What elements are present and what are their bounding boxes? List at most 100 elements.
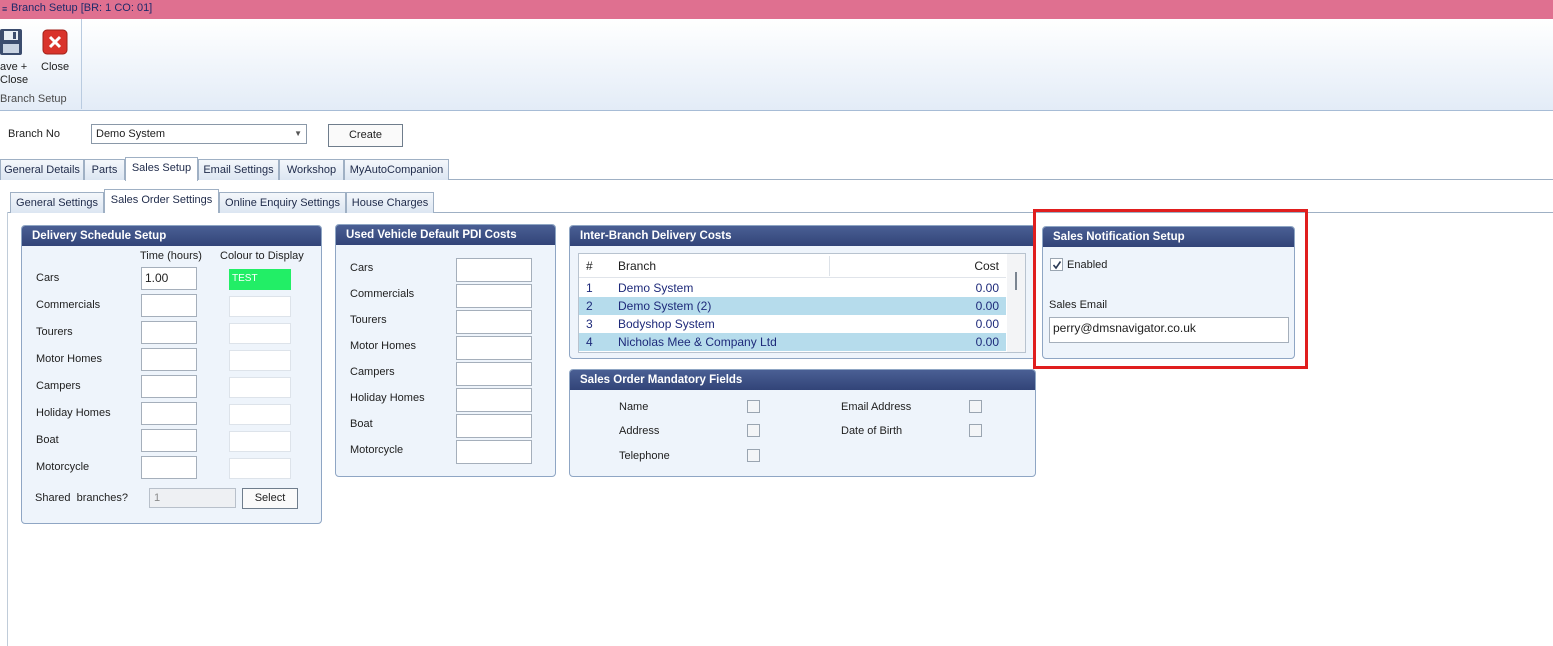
- grid-cell-branch: Demo System: [618, 281, 694, 295]
- colour-input-motor-homes[interactable]: [229, 350, 291, 371]
- grid-header-branch[interactable]: Branch: [618, 259, 656, 273]
- grid-cell-cost: 0.00: [975, 299, 999, 313]
- pdi-costs-panel: Used Vehicle Default PDI Costs Cars Comm…: [335, 224, 556, 477]
- shared-branches-label: Shared branches?: [35, 492, 128, 504]
- subtab-house-charges[interactable]: House Charges: [346, 192, 434, 213]
- save-close-button[interactable]: ave + Close: [0, 27, 28, 89]
- pdi-label-campers: Campers: [350, 366, 395, 378]
- grid-row[interactable]: 1 Demo System 0.00: [579, 279, 1006, 297]
- pdi-label-holiday-homes: Holiday Homes: [350, 392, 425, 404]
- grid-row[interactable]: 4 Nicholas Mee & Company Ltd 0.00: [579, 333, 1006, 351]
- grid-header-num[interactable]: #: [586, 259, 593, 273]
- grid-row[interactable]: 3 Bodyshop System 0.00: [579, 315, 1006, 333]
- colour-input-commercials[interactable]: [229, 296, 291, 317]
- grid-header-row: # Branch Cost: [579, 254, 1006, 278]
- close-label: Close: [41, 61, 70, 73]
- close-button[interactable]: Close: [38, 27, 72, 77]
- mandatory-label-dob: Date of Birth: [841, 425, 903, 437]
- tab-parts[interactable]: Parts: [84, 159, 125, 180]
- pdi-label-motorcycle: Motorcycle: [350, 444, 404, 456]
- row-label-holiday-homes: Holiday Homes: [36, 407, 111, 419]
- mandatory-label-address: Address: [619, 425, 660, 437]
- subtab-online-enquiry-settings[interactable]: Online Enquiry Settings: [219, 192, 346, 213]
- branch-no-value: Demo System: [96, 128, 166, 140]
- mandatory-label-email: Email Address: [841, 401, 912, 413]
- time-input-holiday-homes[interactable]: [141, 402, 197, 425]
- pdi-costs-title: Used Vehicle Default PDI Costs: [336, 225, 555, 245]
- floppy-disk-icon: [0, 29, 22, 55]
- colour-input-cars[interactable]: TEST: [229, 269, 291, 290]
- tab-myautocompanion[interactable]: MyAutoCompanion: [344, 159, 449, 180]
- time-input-tourers[interactable]: [141, 321, 197, 344]
- mandatory-checkbox-address[interactable]: [747, 424, 760, 437]
- pdi-label-motor-homes: Motor Homes: [350, 340, 417, 352]
- pdi-input-motor-homes[interactable]: [456, 336, 532, 360]
- grid-row[interactable]: 2 Demo System (2) 0.00: [579, 297, 1006, 315]
- tab-sales-setup[interactable]: Sales Setup: [125, 157, 198, 181]
- ribbon-group-label: Branch Setup: [0, 93, 67, 105]
- row-label-cars: Cars: [36, 272, 60, 284]
- pdi-label-commercials: Commercials: [350, 288, 415, 300]
- mandatory-checkbox-telephone[interactable]: [747, 449, 760, 462]
- delivery-schedule-panel: Delivery Schedule Setup Time (hours) Col…: [21, 225, 322, 524]
- branch-no-label: Branch No: [8, 128, 60, 140]
- grid-cell-cost: 0.00: [975, 317, 999, 331]
- grid-cell-num: 1: [586, 281, 593, 295]
- window-menu-icon[interactable]: ≡: [2, 4, 7, 14]
- mandatory-checkbox-dob[interactable]: [969, 424, 982, 437]
- highlight-box: [1033, 209, 1308, 369]
- row-label-motor-homes: Motor Homes: [36, 353, 103, 365]
- time-input-motorcycle[interactable]: [141, 456, 197, 479]
- grid-cell-branch: Demo System (2): [618, 299, 712, 313]
- time-input-campers[interactable]: [141, 375, 197, 398]
- close-icon: [42, 29, 68, 55]
- colour-input-boat[interactable]: [229, 431, 291, 452]
- pdi-input-campers[interactable]: [456, 362, 532, 386]
- ribbon-group-branch-setup: ave + Close Close Branch Setup: [0, 19, 82, 109]
- grid-cell-cost: 0.00: [975, 335, 999, 349]
- shared-branches-input: 1: [149, 488, 236, 508]
- pdi-input-boat[interactable]: [456, 414, 532, 438]
- mandatory-fields-title: Sales Order Mandatory Fields: [570, 370, 1035, 390]
- colour-input-motorcycle[interactable]: [229, 458, 291, 479]
- mandatory-fields-panel: Sales Order Mandatory Fields Name Addres…: [569, 369, 1036, 477]
- tab-workshop[interactable]: Workshop: [279, 159, 344, 180]
- grid-cell-cost: 0.00: [975, 281, 999, 295]
- content-border: [7, 212, 8, 646]
- time-input-boat[interactable]: [141, 429, 197, 452]
- mandatory-checkbox-email[interactable]: [969, 400, 982, 413]
- pdi-input-holiday-homes[interactable]: [456, 388, 532, 412]
- subtab-general-settings[interactable]: General Settings: [10, 192, 104, 213]
- tab-email-settings[interactable]: Email Settings: [198, 159, 279, 180]
- grid-cell-num: 3: [586, 317, 593, 331]
- select-button[interactable]: Select: [242, 488, 298, 509]
- scrollbar-thumb[interactable]: [1015, 272, 1017, 290]
- create-button[interactable]: Create: [328, 124, 403, 147]
- grid-cell-branch: Nicholas Mee & Company Ltd: [618, 335, 777, 349]
- row-label-commercials: Commercials: [36, 299, 101, 311]
- mandatory-checkbox-name[interactable]: [747, 400, 760, 413]
- colour-text-cars: TEST: [232, 273, 258, 284]
- time-input-commercials[interactable]: [141, 294, 197, 317]
- time-input-motor-homes[interactable]: [141, 348, 197, 371]
- mandatory-label-name: Name: [619, 401, 649, 413]
- colour-display-header: Colour to Display: [220, 250, 304, 262]
- colour-input-holiday-homes[interactable]: [229, 404, 291, 425]
- grid-cell-num: 2: [586, 299, 593, 313]
- grid-header-divider: [829, 256, 830, 276]
- pdi-input-cars[interactable]: [456, 258, 532, 282]
- pdi-input-commercials[interactable]: [456, 284, 532, 308]
- tab-general-details[interactable]: General Details: [0, 159, 84, 180]
- dropdown-arrow-icon: ▼: [294, 129, 302, 138]
- branch-no-dropdown[interactable]: Demo System ▼: [91, 124, 307, 144]
- colour-input-tourers[interactable]: [229, 323, 291, 344]
- grid-scrollbar[interactable]: [1007, 254, 1025, 352]
- subtab-sales-order-settings[interactable]: Sales Order Settings: [104, 189, 219, 213]
- pdi-input-motorcycle[interactable]: [456, 440, 532, 464]
- grid-header-cost[interactable]: Cost: [974, 259, 999, 273]
- time-input-cars[interactable]: 1.00: [141, 267, 197, 290]
- row-label-motorcycle: Motorcycle: [36, 461, 90, 473]
- pdi-input-tourers[interactable]: [456, 310, 532, 334]
- colour-input-campers[interactable]: [229, 377, 291, 398]
- ribbon: ave + Close Close Branch Setup: [0, 19, 1553, 111]
